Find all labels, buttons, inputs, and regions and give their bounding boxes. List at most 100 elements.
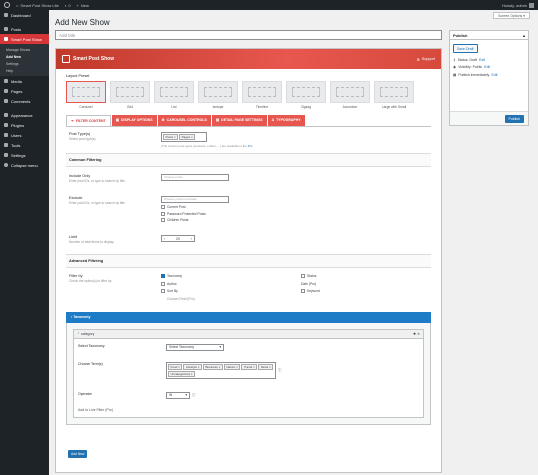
- chevron-down-icon: ▾: [219, 345, 221, 349]
- choose-terms-row: Choose Term(s) Food × Lifestyle × Busine…: [74, 356, 423, 384]
- exclude-input[interactable]: Choose posts to exclude: [161, 195, 229, 203]
- sidebar-item-users[interactable]: Users: [0, 130, 49, 140]
- chevron-down-icon: ▾: [185, 393, 187, 397]
- collapse-menu-button[interactable]: Collapse menu: [0, 160, 49, 170]
- term-chip[interactable]: News ×: [258, 363, 274, 370]
- post-type-select[interactable]: Posts × Pages ×: [161, 131, 207, 142]
- comments-link[interactable]: ▪ 0: [65, 3, 71, 8]
- sidebar-item-plugins[interactable]: Plugins: [0, 120, 49, 130]
- help-icon[interactable]: ⓘ: [278, 368, 282, 373]
- advanced-filtering-heading: Advanced Filtering: [66, 254, 431, 268]
- filter-author-checkbox[interactable]: Author: [161, 281, 301, 286]
- sidebar-item-smart-post-show[interactable]: Smart Post Show: [0, 34, 49, 44]
- filter-custom-field-checkbox[interactable]: Custom Field (Pro): [161, 297, 301, 301]
- plus-icon[interactable]: ›: [191, 237, 192, 241]
- taxonomy-accordion-header[interactable]: ▪ Taxonomy: [66, 311, 431, 323]
- select-taxonomy-dropdown[interactable]: Select Taxonomy ▾: [166, 343, 224, 351]
- remove-icon[interactable]: ✕: [417, 332, 420, 336]
- sidebar-item-pages[interactable]: Pages: [0, 86, 49, 96]
- choose-terms-select[interactable]: Food × Lifestyle × Business × Nature × T…: [166, 361, 276, 379]
- sidebar-item-comments[interactable]: Comments: [0, 96, 49, 106]
- page-icon: [4, 89, 8, 93]
- taxonomy-panel: ⌃ category ✚ ✕ Select Taxonomy Select Ta…: [66, 322, 431, 425]
- term-chip[interactable]: Uncategorized ×: [168, 370, 195, 377]
- publish-box-header[interactable]: Publish ▴: [450, 31, 528, 40]
- term-chip[interactable]: Business ×: [203, 363, 223, 370]
- limit-field: Limit Number of total items to display. ‹…: [66, 227, 431, 254]
- post-type-chip[interactable]: Pages ×: [179, 133, 196, 140]
- layout-list[interactable]: List: [154, 81, 194, 109]
- media-icon: [4, 79, 8, 83]
- filter-taxonomy-checkbox[interactable]: Taxonomy: [161, 274, 301, 278]
- layout-accordion[interactable]: Accordion: [330, 81, 370, 109]
- sps-logo-icon: [62, 55, 70, 63]
- sidebar-item-appearance[interactable]: Appearance: [0, 110, 49, 120]
- term-chip[interactable]: Travel ×: [241, 363, 258, 370]
- chevron-up-icon[interactable]: ▴: [523, 33, 525, 38]
- sidebar-item-media[interactable]: Media: [0, 76, 49, 86]
- sidebar-item-tools[interactable]: Tools: [0, 140, 49, 150]
- wp-logo-menu[interactable]: [4, 2, 10, 8]
- publish-box: Publish ▴ Save Draft ⚷ Status: Draft Edit ◉…: [449, 30, 529, 126]
- isotope-layout-icon: [198, 81, 238, 103]
- page-title: Add New Show: [55, 18, 110, 27]
- add-icon[interactable]: ✚: [413, 332, 416, 336]
- submenu-settings[interactable]: Settings: [0, 60, 49, 67]
- my-account-link[interactable]: Howdy, admin: [502, 2, 534, 8]
- smart-post-show-submenu: Manage Shows Add New Settings Help: [0, 44, 49, 76]
- post-type-chip[interactable]: Posts ×: [163, 133, 179, 140]
- carousel-layout-icon: [66, 81, 106, 103]
- filter-icon: ⏷: [71, 118, 74, 123]
- help-icon[interactable]: ⓘ: [192, 393, 196, 398]
- status-edit-link[interactable]: Edit: [479, 58, 485, 62]
- tab-carousel-controls[interactable]: ⚙ CAROUSEL CONTROLS: [157, 114, 211, 126]
- layout-timeline[interactable]: Timeline: [242, 81, 282, 109]
- filter-sort-by-checkbox[interactable]: Sort By: [161, 289, 301, 293]
- tab-typography[interactable]: A TYPOGRAPHY: [267, 114, 305, 126]
- filter-date-checkbox[interactable]: Date (Pro): [301, 282, 371, 286]
- submenu-help[interactable]: Help: [0, 67, 49, 74]
- tab-display-options[interactable]: ▣ DISPLAY OPTIONS: [111, 114, 157, 126]
- exclude-password-protected-checkbox[interactable]: Password Protected Posts: [161, 211, 431, 216]
- taxonomy-group-header[interactable]: ⌃ category ✚ ✕: [74, 329, 423, 339]
- publish-button[interactable]: Publish: [504, 114, 524, 123]
- filter-status-checkbox[interactable]: Status: [301, 274, 371, 278]
- layout-zigzag[interactable]: Zigzag: [286, 81, 326, 109]
- sidebar-item-posts[interactable]: Posts: [0, 24, 49, 34]
- visibility-edit-link[interactable]: Edit: [484, 65, 490, 69]
- submenu-add-new[interactable]: Add New: [0, 53, 49, 60]
- term-chip[interactable]: Lifestyle ×: [183, 363, 203, 370]
- publish-actions: Publish: [450, 111, 528, 125]
- pro-link[interactable]: Pro: [248, 144, 253, 148]
- sidebar-item-settings[interactable]: Settings: [0, 150, 49, 160]
- support-link[interactable]: ⊕ Support: [417, 57, 436, 62]
- layout-large-with-small[interactable]: Large with Small: [374, 81, 414, 109]
- term-chip[interactable]: Food ×: [168, 363, 183, 370]
- operator-dropdown[interactable]: IN ▾: [166, 391, 190, 399]
- admin-bar: ⌂ Smart Post Show Lite ▪ 0 + New Howdy, adm…: [0, 0, 538, 10]
- exclude-children-posts-checkbox[interactable]: Children Posts: [161, 218, 431, 222]
- layout-isotope[interactable]: Isotope: [198, 81, 238, 109]
- screen-options-button[interactable]: Screen Options ▾: [493, 12, 530, 19]
- settings-icon: [4, 153, 8, 157]
- minus-icon[interactable]: ‹: [164, 237, 165, 241]
- new-content-link[interactable]: + New: [77, 3, 89, 8]
- tab-filter-content[interactable]: ⏷ FILTER CONTENT: [66, 114, 111, 126]
- sliders-icon: ⚙: [161, 118, 165, 122]
- sidebar-item-dashboard[interactable]: Dashboard: [0, 10, 49, 20]
- publish-time-edit-link[interactable]: Edit: [491, 73, 497, 77]
- site-name-link[interactable]: ⌂ Smart Post Show Lite: [16, 3, 59, 8]
- add-new-taxonomy-button[interactable]: Add New: [68, 450, 88, 458]
- limit-stepper[interactable]: ‹ 20 ›: [161, 235, 195, 242]
- term-chip[interactable]: Nature ×: [223, 363, 241, 370]
- tab-detail-page-settings[interactable]: ▤ DETAIL PAGE SETTINGS: [211, 114, 267, 126]
- filter-keyword-checkbox[interactable]: Keyword: [301, 289, 371, 293]
- layout-grid[interactable]: Grid: [110, 81, 150, 109]
- submenu-manage-shows[interactable]: Manage Shows: [0, 46, 49, 53]
- operator-row: Operator IN ▾ ⓘ: [78, 391, 196, 399]
- title-input[interactable]: Add title: [55, 30, 442, 40]
- save-draft-button[interactable]: Save Draft: [453, 44, 478, 53]
- layout-carousel[interactable]: Carousel: [66, 81, 106, 109]
- exclude-current-post-checkbox[interactable]: Current Post: [161, 205, 431, 209]
- include-only-input[interactable]: Choose posts: [161, 173, 229, 181]
